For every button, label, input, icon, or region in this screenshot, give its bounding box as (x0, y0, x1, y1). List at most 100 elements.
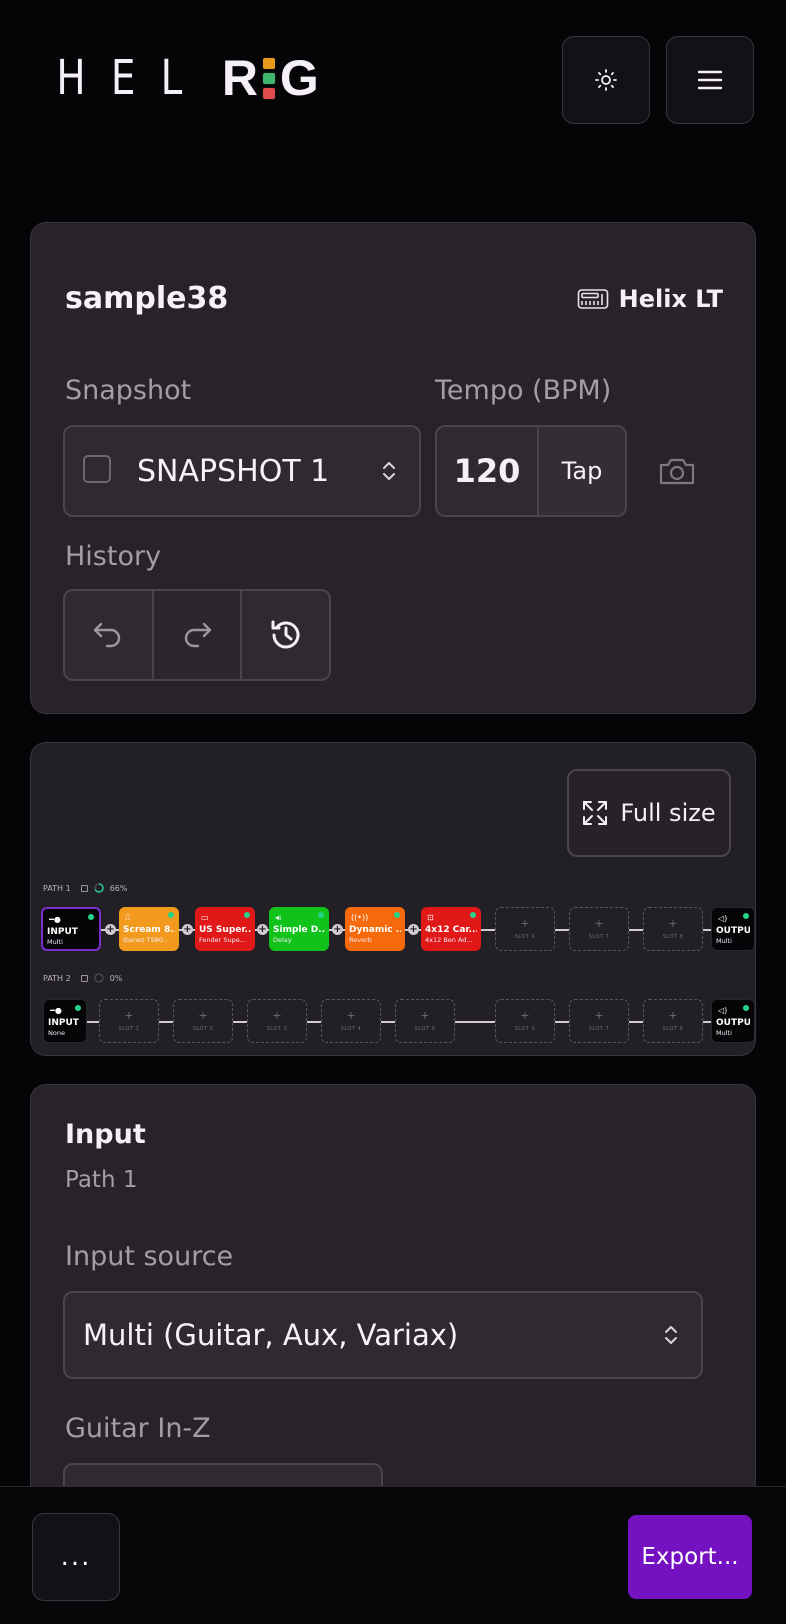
empty-slot[interactable]: + SLOT 5 (395, 999, 455, 1043)
empty-slot[interactable]: + SLOT 6 (495, 907, 555, 951)
logo-i-blocks (261, 56, 276, 100)
theme-toggle-button[interactable] (562, 36, 650, 124)
empty-slot[interactable]: + SLOT 7 (569, 907, 629, 951)
input-source-label: Input source (65, 1241, 234, 1272)
dsp-chip-icon (80, 884, 88, 892)
signal-chain-card: Full size PATH 1 66% ━● INPUT Multi + ⎍ … (30, 742, 756, 1056)
add-icon: + (594, 1009, 604, 1022)
speaker-icon: ◁) (718, 914, 728, 923)
input-block[interactable]: ━● INPUT Multi (41, 907, 101, 951)
block-status-led (743, 913, 749, 919)
block-title: INPUT (48, 1018, 79, 1028)
slot-label: SLOT 3 (266, 1026, 288, 1032)
logo-thin-text: HEL (56, 50, 208, 106)
delay-block[interactable]: ◂ı Simple D... Delay (269, 907, 329, 951)
device-name: Helix LT (618, 285, 723, 313)
snapshot-color-swatch[interactable] (83, 455, 111, 483)
more-label: ... (60, 1542, 92, 1572)
output-block[interactable]: ◁) OUTPUT Multi (711, 907, 755, 951)
tempo-control: 120 Tap (435, 425, 627, 517)
empty-slot[interactable]: + SLOT 4 (321, 999, 381, 1043)
block-title: Dynamic ... (349, 925, 401, 935)
slot-label: SLOT 8 (662, 934, 684, 940)
drive-icon: ⎍ (125, 913, 131, 922)
slot-label: SLOT 7 (588, 934, 610, 940)
empty-slot[interactable]: + SLOT 1 (99, 999, 159, 1043)
empty-slot[interactable]: + SLOT 7 (569, 999, 629, 1043)
block-subtitle: Multi (716, 937, 732, 945)
logo-g: G (279, 50, 319, 106)
more-options-button[interactable]: ... (32, 1513, 120, 1601)
block-subtitle: Multi (47, 938, 63, 946)
path2-dsp-percent: 0% (109, 973, 123, 983)
menu-button[interactable] (666, 36, 754, 124)
path1-label: PATH 1 (43, 883, 71, 893)
block-subtitle: Multi (716, 1029, 732, 1037)
input-source-select[interactable]: Multi (Guitar, Aux, Variax) (63, 1291, 703, 1379)
redo-button[interactable] (153, 591, 243, 679)
preset-card: sample38 Helix LT Snapshot SNAPSHOT 1 Te… (30, 222, 756, 714)
add-icon: + (272, 1009, 282, 1022)
tap-tempo-button[interactable]: Tap (537, 427, 625, 515)
input-source-value: Multi (Guitar, Aux, Variax) (83, 1318, 459, 1352)
empty-slot[interactable]: + SLOT 8 (643, 999, 703, 1043)
path1-row: ━● INPUT Multi + ⎍ Scream 8... Ibanez TS… (41, 907, 755, 953)
block-status-led (394, 912, 400, 918)
drive-block[interactable]: ⎍ Scream 8... Ibanez TS80... (119, 907, 179, 951)
undo-icon (94, 622, 121, 648)
add-icon: + (124, 1009, 134, 1022)
insert-block-button[interactable]: + (408, 924, 419, 935)
add-icon: + (420, 1009, 430, 1022)
empty-slot[interactable]: + SLOT 3 (247, 999, 307, 1043)
add-icon: + (668, 1009, 678, 1022)
empty-slot[interactable]: + SLOT 8 (643, 907, 703, 951)
block-subtitle: Delay (273, 936, 292, 944)
insert-block-button[interactable]: + (332, 924, 343, 935)
cab-icon: ⊡ (427, 913, 434, 922)
insert-block-button[interactable]: + (182, 924, 193, 935)
add-icon: + (198, 1009, 208, 1022)
block-subtitle: Fender Supe... (199, 936, 246, 944)
block-title: Scream 8... (123, 925, 175, 935)
history-label: History (65, 541, 162, 572)
fullsize-button[interactable]: Full size (567, 769, 731, 857)
reverb-block[interactable]: ((•)) Dynamic ... Reverb (345, 907, 405, 951)
path2-label: PATH 2 (43, 973, 71, 983)
path2-header: PATH 2 0% (43, 973, 122, 983)
add-icon: + (520, 1009, 530, 1022)
preset-name[interactable]: sample38 (65, 281, 228, 316)
slot-label: SLOT 2 (192, 1026, 214, 1032)
add-icon: + (668, 917, 678, 930)
export-button[interactable]: Export... (628, 1515, 752, 1599)
reverb-icon: ((•)) (351, 913, 369, 922)
amp-block[interactable]: ▭ US Super... Fender Supe... (195, 907, 255, 951)
tempo-input[interactable]: 120 (437, 427, 537, 515)
input-plug-icon: ━● (49, 915, 61, 924)
insert-block-button[interactable]: + (105, 924, 116, 935)
output-block[interactable]: ◁) OUTPUT Multi (711, 999, 755, 1043)
helrig-logo[interactable]: HEL R G (48, 50, 319, 106)
sun-icon (595, 69, 617, 91)
empty-slot[interactable]: + SLOT 6 (495, 999, 555, 1043)
path2-row: ━● INPUT None + SLOT 1 + SLOT 2 + SLOT 3 + S… (41, 999, 755, 1045)
block-subtitle: None (48, 1029, 65, 1037)
block-subtitle: Reverb (349, 936, 372, 944)
add-icon: + (594, 917, 604, 930)
snapshot-select[interactable]: SNAPSHOT 1 (63, 425, 421, 517)
device-badge: Helix LT (577, 285, 723, 313)
undo-button[interactable] (65, 591, 154, 679)
add-icon: + (346, 1009, 356, 1022)
input-block[interactable]: ━● INPUT None (43, 999, 87, 1043)
empty-slot[interactable]: + SLOT 2 (173, 999, 233, 1043)
panel-subtitle: Path 1 (65, 1167, 138, 1193)
snapshot-camera-button[interactable] (657, 453, 697, 489)
logo-r: R (221, 50, 258, 106)
panel-title: Input (65, 1119, 146, 1150)
insert-block-button[interactable]: + (257, 924, 268, 935)
logo-block-icon (261, 56, 276, 70)
slot-label: SLOT 7 (588, 1026, 610, 1032)
history-button[interactable] (242, 591, 329, 679)
redo-icon (184, 622, 212, 648)
cab-block[interactable]: ⊡ 4x12 Car... 4x12 Ben Ad... (421, 907, 481, 951)
dsp-chip-icon (80, 974, 88, 982)
